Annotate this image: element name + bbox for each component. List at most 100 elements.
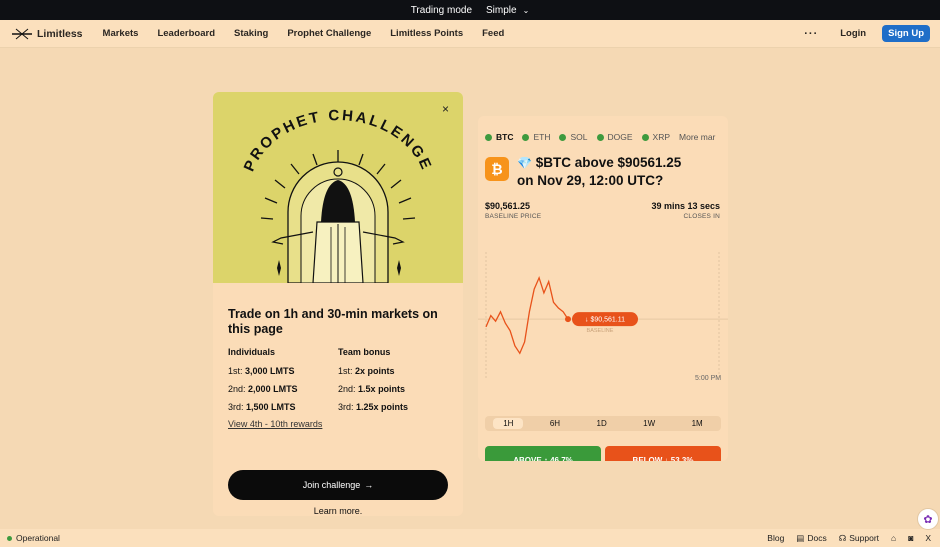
prophet-challenge-modal: PROPHET CHALLENGE × Trade on 1h and 30-m… — [213, 92, 463, 516]
nav-item-leaderboard[interactable]: Leaderboard — [157, 28, 215, 39]
status-bar: Operational Blog ▤ Docs ☊ Support ⌂ ◙ X — [0, 529, 940, 547]
current-price-pill: ↓ $90,561.11 BASELINE — [572, 312, 638, 334]
tab-more-markets[interactable]: More mar — [679, 132, 715, 142]
live-dot-icon — [596, 133, 604, 141]
modal-title: Trade on 1h and 30-min markets on this p… — [228, 307, 438, 336]
team-bonus-column: Team bonus 1st: 2x points 2nd: 1.5x poin… — [338, 347, 448, 420]
tab-eth[interactable]: ETH — [522, 132, 550, 142]
reward-value: 1.25x points — [356, 402, 409, 412]
market-title-line2: on Nov 29, 12:00 UTC? — [517, 173, 664, 188]
tab-label: ETH — [533, 132, 551, 142]
range-1d[interactable]: 1D — [587, 418, 617, 429]
reward-value: 2x points — [355, 366, 395, 376]
live-dot-icon — [522, 133, 530, 141]
individuals-column: Individuals 1st: 3,000 LMTS 2nd: 2,000 L… — [228, 347, 338, 420]
brand-logo[interactable]: Limitless — [12, 28, 83, 40]
tab-xrp[interactable]: XRP — [641, 132, 671, 142]
tab-label: DOGE — [607, 132, 633, 142]
main-nav: Limitless Markets Leaderboard Staking Pr… — [0, 20, 940, 48]
arrow-right-icon: → — [364, 480, 374, 490]
signup-button[interactable]: Sign Up — [882, 25, 930, 42]
tab-sol[interactable]: SOL — [559, 132, 588, 142]
learn-more-link[interactable]: Learn more. — [213, 506, 463, 516]
diamond-icon: 💎 — [517, 156, 532, 170]
reward-place: 1st: — [338, 366, 353, 376]
nav-item-feed[interactable]: Feed — [482, 28, 504, 39]
time-range-selector: 1H 6H 1D 1W 1M — [485, 416, 721, 431]
tab-label: XRP — [652, 132, 671, 142]
nav-item-markets[interactable]: Markets — [103, 28, 139, 39]
reward-value: 3,000 LMTS — [245, 366, 295, 376]
prophet-illustration: PROPHET CHALLENGE — [241, 107, 433, 283]
current-price-point — [565, 316, 571, 323]
reward-row: 1st: 3,000 LMTS — [228, 366, 338, 376]
price-chart: ↓ $90,561.11 BASELINE 5:00 PM — [478, 252, 728, 382]
reward-row: 1st: 2x points — [338, 366, 448, 376]
range-1w[interactable]: 1W — [633, 418, 665, 429]
trading-mode-select[interactable]: Simple ⌄ — [486, 5, 529, 16]
support-link[interactable]: ☊ Support — [839, 533, 879, 544]
reward-place: 1st: — [228, 366, 243, 376]
tab-label: BTC — [496, 132, 514, 142]
live-dot-icon — [641, 133, 649, 141]
buy-above-button[interactable]: ABOVE ↑ 46.7% — [485, 446, 601, 461]
price-series-line — [485, 275, 569, 355]
time-axis-label: 5:00 PM — [695, 375, 721, 382]
discord-icon[interactable]: ◙ — [908, 533, 913, 543]
close-icon[interactable]: × — [442, 102, 449, 116]
current-price-text: ↓ $90,561.11 — [585, 317, 625, 324]
login-button[interactable]: Login — [834, 25, 872, 42]
nav-item-prophet-challenge[interactable]: Prophet Challenge — [287, 28, 371, 39]
support-label: Support — [849, 533, 880, 543]
range-1m[interactable]: 1M — [682, 418, 713, 429]
trading-mode-label: Trading mode — [410, 4, 473, 16]
join-challenge-button[interactable]: Join challenge → — [228, 470, 448, 500]
reward-place: 2nd: — [228, 384, 246, 394]
headset-icon: ☊ — [838, 532, 847, 543]
status-indicator: Operational — [7, 533, 60, 543]
baseline-price-label: BASELINE PRICE — [485, 213, 542, 220]
nav-item-staking[interactable]: Staking — [234, 28, 268, 39]
status-text: Operational — [16, 533, 60, 543]
live-dot-icon — [559, 133, 567, 141]
market-card: BTC ETH SOL DOGE XRP More mar ₿ 💎 $BTC a… — [478, 116, 728, 461]
status-dot-icon — [7, 535, 12, 541]
x-social-link[interactable]: X — [925, 533, 931, 543]
view-more-rewards-link[interactable]: View 4th - 10th rewards — [228, 419, 448, 429]
more-menu-button[interactable]: ··· — [798, 28, 824, 40]
reward-row: 3rd: 1,500 LMTS — [228, 402, 338, 412]
closes-in-value: 39 mins 13 secs — [651, 201, 720, 211]
docs-link[interactable]: ▤ Docs — [796, 533, 826, 544]
reward-value: 2,000 LMTS — [248, 384, 298, 394]
brain-help-icon[interactable]: ✿ — [917, 508, 939, 530]
live-dot-icon — [485, 133, 492, 141]
range-1h[interactable]: 1H — [493, 418, 524, 429]
reward-row: 3rd: 1.25x points — [338, 402, 448, 412]
market-question: ₿ 💎 $BTC above $90561.25 on Nov 29, 12:0… — [478, 142, 728, 189]
challenge-hero-illustration: PROPHET CHALLENGE × — [213, 92, 463, 283]
document-icon: ▤ — [796, 532, 805, 543]
nav-item-limitless-points[interactable]: Limitless Points — [390, 28, 463, 39]
reward-value: 1,500 LMTS — [246, 402, 296, 412]
docs-label: Docs — [807, 533, 827, 543]
bitcoin-icon: ₿ — [485, 157, 509, 181]
home-icon[interactable]: ⌂ — [891, 533, 896, 543]
reward-place: 3rd: — [338, 402, 354, 412]
reward-value: 1.5x points — [358, 384, 406, 394]
reward-place: 3rd: — [228, 402, 244, 412]
team-bonus-header: Team bonus — [338, 347, 391, 357]
market-stats: $90,561.25 BASELINE PRICE 39 mins 13 sec… — [478, 189, 728, 220]
market-title: 💎 $BTC above $90561.25 on Nov 29, 12:00 … — [517, 154, 681, 189]
tab-label: SOL — [570, 132, 588, 142]
reward-place: 2nd: — [338, 384, 356, 394]
tab-doge[interactable]: DOGE — [596, 132, 633, 142]
buy-below-button[interactable]: BELOW ↓ 53.3% — [605, 446, 721, 461]
market-title-line1: $BTC above $90561.25 — [535, 155, 682, 170]
limitless-logo-icon — [12, 28, 32, 39]
range-6h[interactable]: 6H — [540, 418, 570, 429]
tab-btc[interactable]: BTC — [485, 132, 513, 142]
blog-link[interactable]: Blog — [767, 533, 784, 543]
asset-tabs: BTC ETH SOL DOGE XRP More mar — [478, 116, 728, 142]
brand-name: Limitless — [37, 27, 83, 40]
reward-row: 2nd: 2,000 LMTS — [228, 384, 338, 394]
